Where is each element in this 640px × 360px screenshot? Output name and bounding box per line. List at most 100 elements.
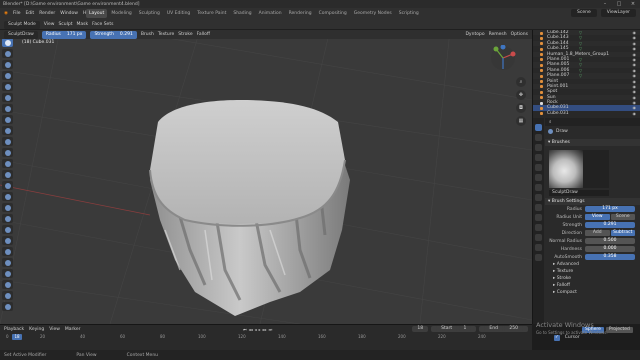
hardness-slider[interactable]: 0.000 (585, 246, 635, 252)
falloff-subpanel[interactable]: ▸ Falloff (545, 282, 640, 289)
tool-pinch[interactable] (2, 192, 13, 201)
tab-sculpting[interactable]: Sculpting (136, 9, 163, 18)
tab-rendering[interactable]: Rendering (286, 9, 315, 18)
tool-clay-strips[interactable] (2, 71, 13, 80)
viewport-scene[interactable] (0, 30, 532, 324)
play-reverse-icon[interactable]: ◂ (255, 327, 257, 332)
tab-uv-editing[interactable]: UV Editing (164, 9, 193, 18)
menu-window[interactable]: Window (60, 8, 78, 19)
playback-menu[interactable]: Playback (4, 327, 24, 332)
outliner-row[interactable]: Cube.031 ◉ (533, 111, 640, 116)
tab-compositing[interactable]: Compositing (316, 9, 350, 18)
tool-tab-icon[interactable] (535, 124, 542, 131)
remesh-menu[interactable]: Remesh (489, 32, 507, 37)
zoom-icon[interactable]: ⌕ (516, 77, 526, 87)
brush-menu[interactable]: Brush (141, 32, 154, 37)
tool-scrape[interactable] (2, 170, 13, 179)
view-layer-selector[interactable]: ViewLayer (600, 9, 636, 17)
camera-icon[interactable]: ◘ (516, 103, 526, 113)
tab-layout[interactable]: Layout (86, 9, 108, 18)
radius-slider[interactable]: 171 px (585, 206, 635, 212)
timeline-ruler[interactable]: 0 20 40 60 80 100 120 140 160 180 200 22… (0, 334, 532, 351)
minimize-button[interactable]: – (598, 0, 612, 8)
tool-multiplane-scrape[interactable] (2, 181, 13, 190)
tool-grab[interactable] (2, 203, 13, 212)
tool-clay[interactable] (2, 60, 13, 69)
view-layer-tab-icon[interactable] (535, 154, 542, 161)
modifier-tab-icon[interactable] (535, 194, 542, 201)
tab-geometry-nodes[interactable]: Geometry Nodes (351, 9, 395, 18)
radius-unit-view[interactable]: View (585, 214, 610, 220)
constraints-tab-icon[interactable] (535, 224, 542, 231)
material-tab-icon[interactable] (535, 244, 542, 251)
compact-subpanel[interactable]: ▸ Compact (545, 289, 640, 296)
start-frame-field[interactable]: Start 1 (431, 326, 477, 332)
tool-annotate[interactable] (2, 302, 13, 311)
tab-animation[interactable]: Animation (256, 9, 285, 18)
brush-selector[interactable]: SculptDraw (4, 30, 38, 39)
options-menu[interactable]: Options (511, 32, 528, 37)
tool-draw-sharp[interactable] (2, 49, 13, 58)
texture-menu[interactable]: Texture (158, 32, 174, 37)
texture-tab-icon[interactable] (535, 254, 542, 261)
normal-radius-slider[interactable]: 0.500 (585, 238, 635, 244)
tool-rotate[interactable] (2, 269, 13, 278)
tool-inflate[interactable] (2, 104, 13, 113)
tool-blob[interactable] (2, 115, 13, 124)
current-frame-field[interactable]: 18 (412, 326, 429, 332)
navigation-gizmo[interactable] (490, 45, 516, 71)
direction-add[interactable]: Add (585, 230, 610, 236)
dyntopo-menu[interactable]: Dyntopo (465, 32, 484, 37)
menu-render[interactable]: Render (39, 8, 55, 19)
scene-selector[interactable]: Scene (571, 9, 597, 17)
marker-menu[interactable]: Marker (65, 327, 81, 332)
tool-snake-hook[interactable] (2, 225, 13, 234)
tool-slide-relax[interactable] (2, 280, 13, 289)
render-tab-icon[interactable] (535, 134, 542, 141)
tool-draw[interactable] (2, 38, 13, 47)
pan-hand-icon[interactable]: ✥ (516, 90, 526, 100)
tool-smooth[interactable] (2, 137, 13, 146)
stroke-menu[interactable]: Stroke (178, 32, 192, 37)
tool-flatten[interactable] (2, 148, 13, 157)
jump-end-icon[interactable]: ⏭ (269, 327, 273, 332)
direction-subtract[interactable]: Subtract (610, 230, 635, 236)
tool-elastic[interactable] (2, 214, 13, 223)
tool-crease[interactable] (2, 126, 13, 135)
falloff-menu[interactable]: Falloff (197, 32, 210, 37)
output-tab-icon[interactable] (535, 144, 542, 151)
tool-pose[interactable] (2, 247, 13, 256)
physics-tab-icon[interactable] (535, 214, 542, 221)
radius-unit-scene[interactable]: Scene (610, 214, 635, 220)
playhead[interactable]: 18 (12, 334, 22, 340)
properties-search[interactable]: ⌕ (545, 118, 640, 126)
scene-tab-icon[interactable] (535, 164, 542, 171)
radius-field[interactable]: Radius 171 px (41, 30, 87, 39)
prev-key-icon[interactable]: ◂◂ (249, 327, 253, 332)
tab-scripting[interactable]: Scripting (396, 9, 422, 18)
tool-mask[interactable] (2, 291, 13, 300)
visibility-icon[interactable]: ◉ (633, 111, 637, 116)
advanced-subpanel[interactable]: ▸ Advanced (545, 261, 640, 268)
falloff-projected[interactable]: Projected (605, 327, 633, 333)
texture-subpanel[interactable]: ▸ Texture (545, 268, 640, 275)
next-key-icon[interactable]: ▸▸ (263, 327, 267, 332)
data-tab-icon[interactable] (535, 234, 542, 241)
world-tab-icon[interactable] (535, 174, 542, 181)
tool-thumb[interactable] (2, 236, 13, 245)
timeline-view-menu[interactable]: View (49, 327, 60, 332)
brush-thumbnail[interactable] (549, 150, 609, 188)
object-tab-icon[interactable] (535, 184, 542, 191)
tab-texture-paint[interactable]: Texture Paint (194, 9, 229, 18)
menu-edit[interactable]: Edit (25, 8, 34, 19)
keying-menu[interactable]: Keying (29, 327, 44, 332)
blender-logo-icon[interactable]: ◉ (4, 8, 8, 19)
autosmooth-slider[interactable]: 0.358 (585, 254, 635, 260)
close-button[interactable]: × (626, 0, 640, 8)
tool-layer[interactable] (2, 93, 13, 102)
play-icon[interactable]: ▸ (259, 327, 261, 332)
brushes-panel-header[interactable]: ▾ Brushes (545, 139, 640, 146)
tab-shading[interactable]: Shading (230, 9, 254, 18)
tool-clay-thumb[interactable] (2, 82, 13, 91)
grid-icon[interactable]: ▦ (516, 116, 526, 126)
